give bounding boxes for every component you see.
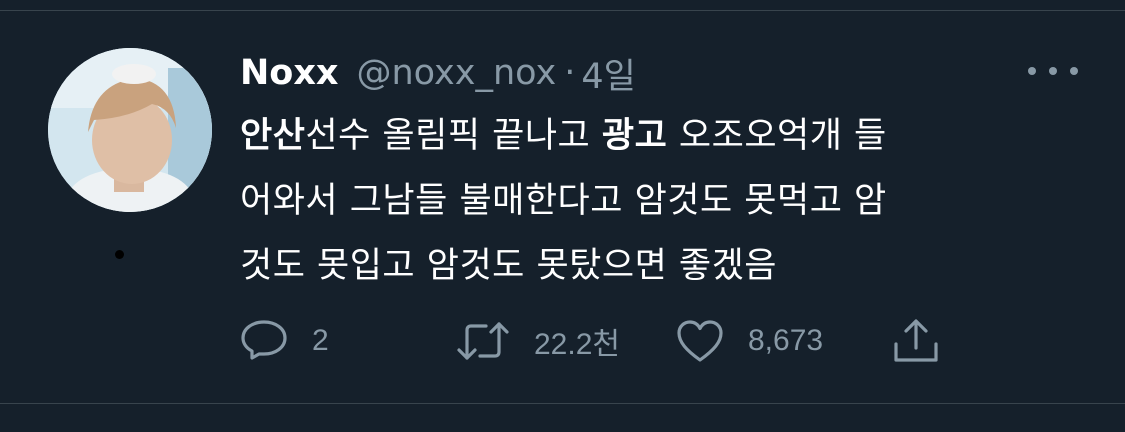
more-icon-dot <box>1070 67 1078 75</box>
reply-count: 2 <box>312 324 329 357</box>
like-count: 8,673 <box>748 324 824 357</box>
avatar[interactable] <box>48 48 212 212</box>
top-divider <box>0 10 1125 11</box>
tweet-text-segment: 오조오억개 들 <box>667 116 887 156</box>
heart-icon <box>676 319 724 363</box>
tweet-text-line-1: 안산선수 올림픽 끝나고 광고 오조오억개 들 <box>240 104 1060 169</box>
share-icon <box>889 318 943 364</box>
bottom-divider <box>0 403 1125 404</box>
retweet-count: 22.2천 <box>534 328 620 361</box>
tweet-text: 안산선수 올림픽 끝나고 광고 오조오억개 들 어와서 그남들 불매한다고 암것… <box>240 104 1060 299</box>
share-button[interactable] <box>889 316 943 366</box>
tweet-header: Noxx @noxx_nox · 4일 <box>240 48 636 99</box>
header-separator: · <box>564 53 576 93</box>
more-icon-dot <box>1028 67 1036 75</box>
reply-button[interactable]: 2 <box>240 316 329 366</box>
like-button[interactable]: 8,673 <box>676 316 823 366</box>
more-options-button[interactable] <box>1028 56 1078 86</box>
tweet-text-line-2: 어와서 그남들 불매한다고 암것도 못먹고 암 <box>240 181 887 221</box>
author-handle[interactable]: @noxx_nox <box>357 53 557 93</box>
reply-icon <box>240 318 288 364</box>
tweet-text-bold: 안산 <box>240 116 306 156</box>
tweet-text-bold: 광고 <box>601 116 668 156</box>
author-name[interactable]: Noxx <box>240 53 339 93</box>
tweet-text-segment: 선수 올림픽 끝나고 <box>305 116 602 156</box>
dot-marker <box>115 250 124 259</box>
retweet-button[interactable]: 22.2천 <box>456 316 620 366</box>
more-icon-dot <box>1049 67 1057 75</box>
tweet-time[interactable]: 4일 <box>581 48 635 99</box>
tweet-actions: 2 22.2천 8,673 <box>0 316 1125 366</box>
avatar-image <box>48 48 212 212</box>
tweet-text-line-3: 것도 못입고 암것도 못탔으면 좋겠음 <box>240 246 778 286</box>
retweet-icon <box>456 318 510 364</box>
